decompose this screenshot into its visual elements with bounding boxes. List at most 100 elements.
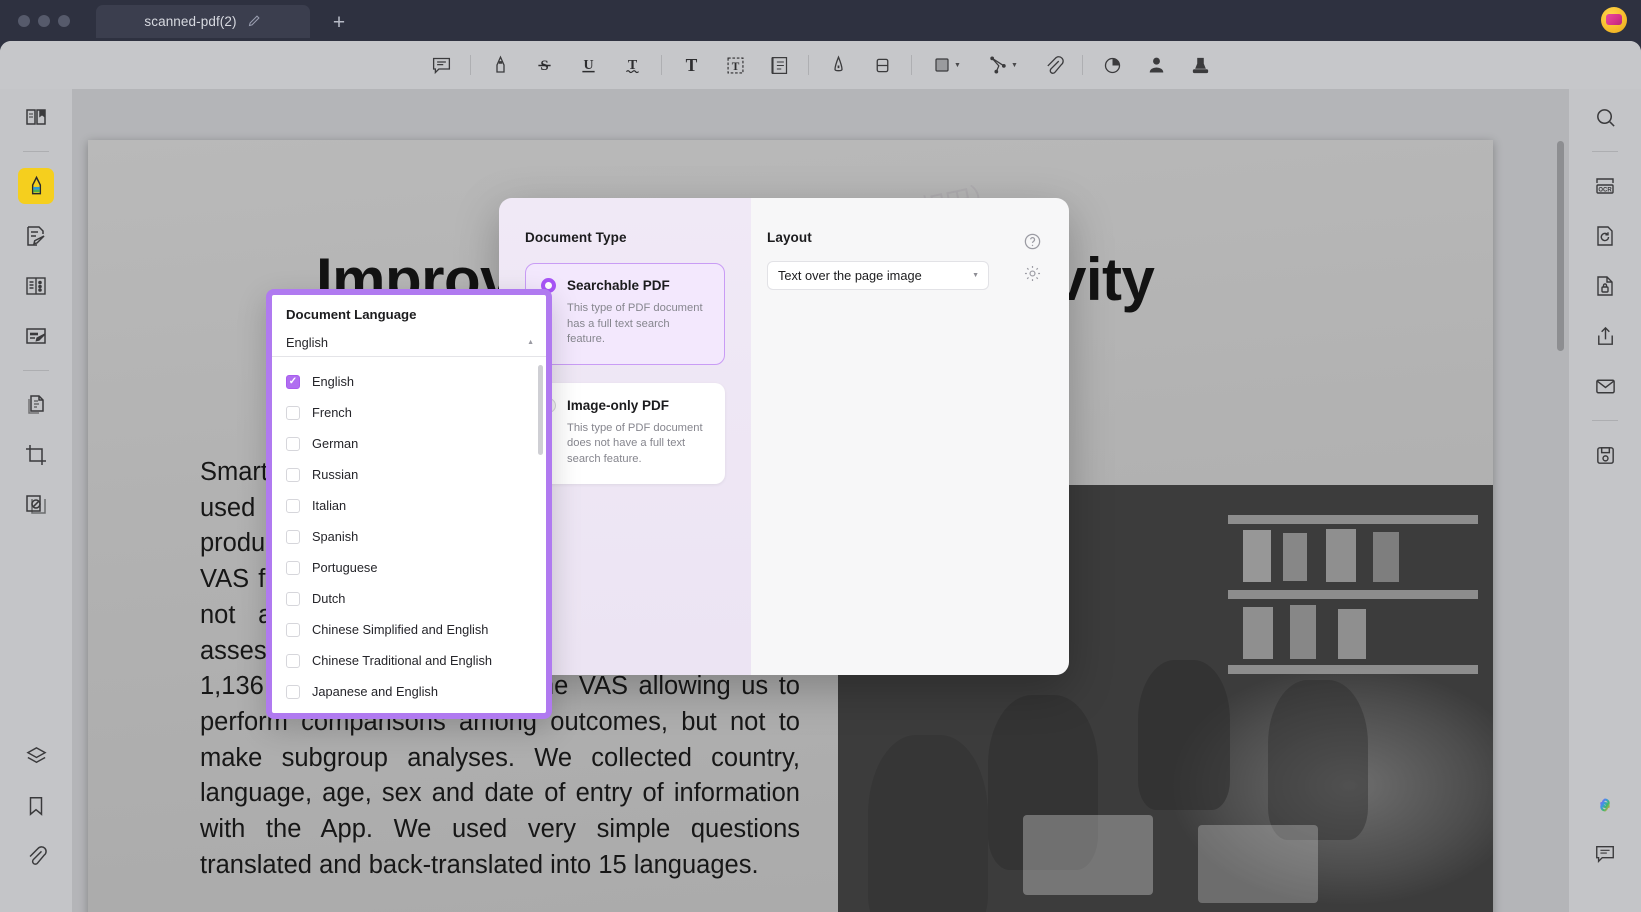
checkbox[interactable]: [286, 560, 300, 575]
squiggly-underline-icon[interactable]: T: [610, 48, 654, 82]
checkbox[interactable]: [286, 591, 300, 606]
layout-selected-value: Text over the page image: [778, 268, 922, 283]
pen-icon[interactable]: [816, 48, 860, 82]
highlight-icon[interactable]: [478, 48, 522, 82]
sidebar-item-organize[interactable]: [18, 268, 54, 304]
share-button[interactable]: [1587, 318, 1623, 354]
save-button[interactable]: [1587, 437, 1623, 473]
sidebar-item-bookmarks[interactable]: [18, 788, 54, 824]
language-label: Italian: [312, 498, 347, 513]
ocr-button[interactable]: OCR: [1587, 168, 1623, 204]
language-option-french[interactable]: French: [272, 397, 546, 428]
right-sidebar-bottom: [1569, 792, 1641, 886]
new-tab-button[interactable]: +: [327, 10, 351, 34]
language-option-dutch[interactable]: Dutch: [272, 583, 546, 614]
language-list-scrollbar[interactable]: [538, 365, 543, 455]
toolbar-separator: [911, 55, 912, 75]
layout-title: Layout: [767, 230, 812, 245]
checkbox[interactable]: [286, 529, 300, 544]
help-circle-icon[interactable]: [1023, 232, 1042, 251]
email-button[interactable]: [1587, 368, 1623, 404]
sidebar-divider: [23, 370, 49, 371]
sticky-note-icon[interactable]: [757, 48, 801, 82]
eraser-icon[interactable]: [860, 48, 904, 82]
document-tab[interactable]: scanned-pdf(2): [96, 5, 310, 38]
avatar[interactable]: [1601, 7, 1627, 33]
add-text-icon[interactable]: T: [669, 48, 713, 82]
pencil-icon[interactable]: [247, 13, 262, 31]
text-box-icon[interactable]: T: [713, 48, 757, 82]
underline-icon[interactable]: U: [566, 48, 610, 82]
left-sidebar: [0, 89, 72, 912]
sidebar-item-crop[interactable]: [18, 437, 54, 473]
language-option-russian[interactable]: Russian: [272, 459, 546, 490]
stamp-circle-icon[interactable]: [1090, 48, 1134, 82]
language-search-input[interactable]: English ▲: [272, 329, 546, 357]
main-window: S U T T T: [0, 41, 1641, 912]
shapes-dropdown-button[interactable]: ▼: [919, 48, 975, 82]
convert-button[interactable]: [1587, 218, 1623, 254]
seal-icon[interactable]: [1178, 48, 1222, 82]
option-label: Image-only PDF: [567, 397, 670, 413]
sidebar-item-form[interactable]: [18, 318, 54, 354]
checkbox[interactable]: [286, 436, 300, 451]
checkbox[interactable]: [286, 498, 300, 513]
strikethrough-icon[interactable]: S: [522, 48, 566, 82]
comment-icon[interactable]: [419, 48, 463, 82]
search-button[interactable]: [1587, 99, 1623, 135]
toolbar-separator: [1082, 55, 1083, 75]
option-searchable-pdf[interactable]: Searchable PDF This type of PDF document…: [525, 263, 725, 365]
checkbox[interactable]: [286, 653, 300, 668]
layout-select[interactable]: Text over the page image ▼: [767, 261, 989, 290]
toolbar-separator: [661, 55, 662, 75]
document-language-popover: Document Language English ▲ English Fren…: [266, 289, 552, 719]
option-image-only-pdf[interactable]: Image-only PDF This type of PDF document…: [525, 382, 725, 484]
language-option-italian[interactable]: Italian: [272, 490, 546, 521]
vertical-scrollbar[interactable]: [1557, 141, 1564, 351]
maximize-window-button[interactable]: [58, 14, 70, 27]
layout-panel: Layout Text over the page image ▼: [751, 198, 1069, 675]
ai-clover-icon[interactable]: [1592, 792, 1618, 818]
gear-icon[interactable]: [1023, 264, 1042, 283]
right-sidebar: OCR: [1569, 89, 1641, 912]
close-window-button[interactable]: [18, 14, 30, 27]
sidebar-item-edit[interactable]: [18, 218, 54, 254]
chevron-down-icon[interactable]: ▼: [972, 272, 979, 279]
language-option-chinese-traditional[interactable]: Chinese Traditional and English: [272, 645, 546, 676]
attachment-icon[interactable]: [1031, 48, 1075, 82]
sidebar-item-annotate[interactable]: [18, 168, 54, 204]
svg-text:OCR: OCR: [1598, 187, 1612, 193]
checkbox[interactable]: [286, 405, 300, 420]
language-option-chinese-simplified[interactable]: Chinese Simplified and English: [272, 614, 546, 645]
checkbox[interactable]: [286, 467, 300, 482]
checkbox[interactable]: [286, 684, 300, 699]
language-option-spanish[interactable]: Spanish: [272, 521, 546, 552]
toolbar-separator: [808, 55, 809, 75]
option-description: This type of PDF document does not have …: [567, 421, 703, 465]
language-options-list[interactable]: English French German Russian Italian: [272, 357, 546, 706]
checkbox[interactable]: [286, 374, 300, 389]
sidebar-item-read-mode[interactable]: [18, 99, 54, 135]
annotation-toolbar: S U T T T: [0, 41, 1641, 89]
language-label: Spanish: [312, 529, 359, 544]
chevron-up-icon[interactable]: ▲: [527, 339, 534, 346]
line-tools-dropdown-button[interactable]: ▼: [975, 48, 1031, 82]
minimize-window-button[interactable]: [38, 14, 50, 27]
language-option-english[interactable]: English: [272, 366, 546, 397]
sidebar-item-layers[interactable]: [18, 738, 54, 774]
checkbox[interactable]: [286, 622, 300, 637]
signature-icon[interactable]: [1134, 48, 1178, 82]
chevron-down-icon[interactable]: ▼: [1011, 62, 1018, 69]
comments-panel-button[interactable]: [1587, 836, 1623, 872]
document-language-title: Document Language: [286, 307, 417, 322]
sidebar-item-redact[interactable]: [18, 487, 54, 523]
language-option-german[interactable]: German: [272, 428, 546, 459]
sidebar-item-attachments[interactable]: [18, 838, 54, 874]
sidebar-item-copy-page[interactable]: [18, 387, 54, 423]
chevron-down-icon[interactable]: ▼: [954, 62, 961, 69]
language-option-japanese[interactable]: Japanese and English: [272, 676, 546, 706]
language-label: Dutch: [312, 591, 346, 606]
title-bar: scanned-pdf(2) +: [0, 0, 1641, 41]
protect-button[interactable]: [1587, 268, 1623, 304]
language-option-portuguese[interactable]: Portuguese: [272, 552, 546, 583]
